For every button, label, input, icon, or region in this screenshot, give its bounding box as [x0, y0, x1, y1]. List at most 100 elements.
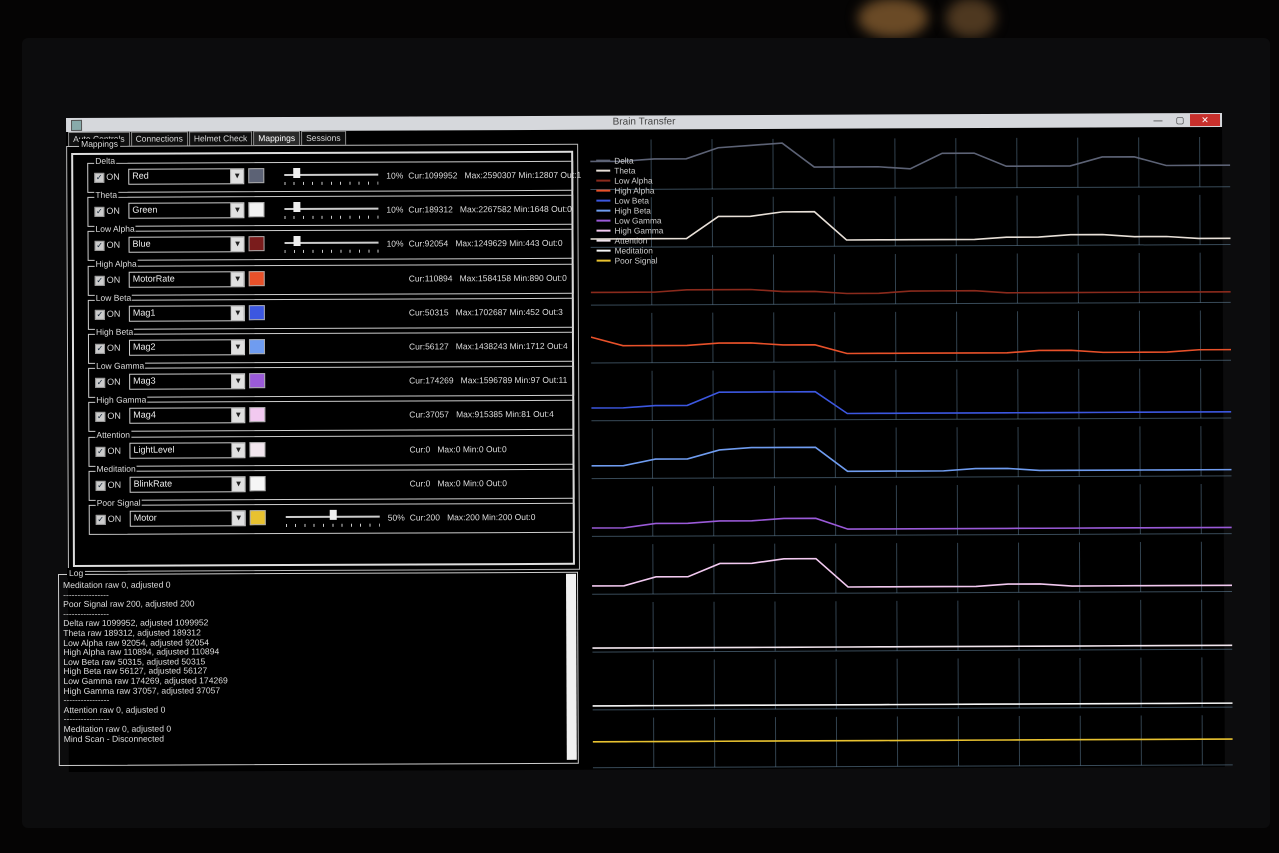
output-dropdown[interactable]: Mag4 ▼	[129, 407, 246, 425]
on-checkbox[interactable]: ✓	[95, 446, 106, 457]
panel-baseline	[590, 301, 1231, 306]
close-button[interactable]: ✕	[1189, 113, 1221, 127]
chevron-down-icon[interactable]: ▼	[231, 442, 245, 457]
on-checkbox[interactable]: ✓	[95, 514, 106, 525]
chevron-down-icon[interactable]: ▼	[230, 340, 245, 355]
mappings-rows: Delta ✓ ON Red ▼ 10% Cur:1099952 Max:2590307 M…	[71, 150, 581, 567]
mappings-group-label: Mappings	[79, 138, 120, 149]
gain-slider[interactable]	[285, 509, 380, 528]
signal-stats: Cur:37057 Max:915385 Min:81 Out:4	[409, 409, 554, 420]
color-swatch[interactable]	[248, 236, 265, 252]
legend-swatch	[596, 159, 611, 162]
series-line-theta	[590, 210, 1231, 241]
tab-helmet-check[interactable]: Helmet Check	[188, 131, 253, 146]
output-dropdown[interactable]: MotorRate ▼	[128, 270, 245, 288]
color-swatch[interactable]	[249, 441, 266, 457]
log-scrollbar[interactable]	[565, 573, 577, 760]
maximize-button[interactable]: ▢	[1172, 114, 1188, 126]
app-window: Brain Transfer — ▢ ✕ Auto ControlsConnec…	[57, 112, 1233, 772]
output-dropdown[interactable]: Mag2 ▼	[128, 339, 246, 356]
legend-item: High Beta	[596, 205, 663, 216]
chevron-down-icon[interactable]: ▼	[231, 511, 245, 526]
chevron-down-icon[interactable]: ▼	[230, 169, 244, 184]
slider-thumb[interactable]	[293, 202, 301, 213]
chevron-down-icon[interactable]: ▼	[231, 477, 245, 492]
minimize-button[interactable]: —	[1150, 114, 1166, 126]
output-dropdown[interactable]: Mag3 ▼	[129, 373, 246, 390]
on-checkbox[interactable]: ✓	[95, 480, 106, 491]
gain-slider[interactable]	[284, 167, 379, 186]
output-dropdown[interactable]: Mag1 ▼	[128, 305, 245, 322]
gain-percent: 50%	[387, 512, 405, 523]
color-swatch[interactable]	[249, 407, 266, 423]
output-dropdown[interactable]: Green ▼	[128, 202, 245, 219]
signal-stats: Cur:92054 Max:1249629 Min:443 Out:0	[408, 238, 563, 249]
on-label: ON	[107, 411, 121, 422]
mapping-row-attention: Attention ✓ ON LightLevel ▼ Cur:0 Max:0 Min:0…	[88, 429, 575, 467]
on-checkbox[interactable]: ✓	[94, 309, 105, 320]
signal-stats: Cur:0 Max:0 Min:0 Out:0	[409, 443, 507, 455]
legend-label: Low Alpha	[614, 175, 653, 186]
legend-swatch	[596, 259, 611, 262]
chevron-down-icon[interactable]: ▼	[231, 408, 245, 423]
tab-sessions[interactable]: Sessions	[301, 130, 346, 145]
chart-panel-high-alpha	[590, 310, 1232, 364]
output-dropdown-value: Mag1	[132, 307, 156, 318]
output-dropdown[interactable]: Motor ▼	[129, 510, 246, 527]
on-checkbox[interactable]: ✓	[95, 412, 106, 423]
legend-item: Theta	[596, 165, 663, 176]
output-dropdown-value: Mag3	[133, 375, 156, 386]
color-swatch[interactable]	[249, 510, 266, 526]
color-swatch[interactable]	[248, 168, 265, 184]
output-dropdown[interactable]: LightLevel ▼	[129, 441, 246, 459]
on-checkbox[interactable]: ✓	[94, 343, 106, 354]
legend-item: High Gamma	[596, 225, 663, 236]
legend-label: High Beta	[614, 205, 651, 216]
gain-slider[interactable]	[284, 236, 379, 254]
mapping-row-high-gamma: High Gamma ✓ ON Mag4 ▼ Cur:37057 Max:915385 M…	[88, 395, 575, 433]
on-checkbox[interactable]: ✓	[95, 378, 106, 389]
chevron-down-icon[interactable]: ▼	[230, 203, 244, 218]
mapping-row-delta: Delta ✓ ON Red ▼ 10% Cur:1099952 Max:2590307 M…	[87, 155, 581, 193]
on-label: ON	[106, 205, 120, 217]
gain-percent: 10%	[386, 204, 404, 215]
legend-item: Meditation	[596, 245, 664, 256]
signal-stats: Cur:56127 Max:1438243 Min:1712 Out:4	[408, 340, 568, 352]
tab-connections[interactable]: Connections	[130, 131, 188, 146]
chevron-down-icon[interactable]: ▼	[231, 374, 245, 389]
series-line-high-alpha	[590, 336, 1232, 355]
chevron-down-icon[interactable]: ▼	[230, 306, 244, 321]
slider-thumb[interactable]	[293, 236, 301, 247]
color-swatch[interactable]	[248, 339, 266, 355]
slider-thumb[interactable]	[292, 167, 300, 179]
slider-ticks	[284, 250, 379, 254]
mapping-row-label: Low Gamma	[95, 360, 146, 372]
background-light	[858, 0, 928, 38]
gain-slider[interactable]	[284, 202, 379, 220]
on-checkbox[interactable]: ✓	[94, 207, 105, 218]
color-swatch[interactable]	[249, 475, 266, 491]
slider-thumb[interactable]	[329, 509, 337, 520]
legend-item: Low Beta	[596, 195, 663, 206]
tab-mappings[interactable]: Mappings	[253, 130, 301, 146]
mapping-row-meditation: Meditation ✓ ON BlinkRate ▼ Cur:0 Max:0 Min:0…	[88, 463, 575, 501]
color-swatch[interactable]	[248, 304, 265, 321]
color-swatch[interactable]	[249, 373, 266, 389]
on-checkbox[interactable]: ✓	[94, 275, 105, 286]
log-label: Log	[66, 567, 86, 578]
output-dropdown[interactable]: Blue ▼	[128, 236, 245, 254]
mapping-row-label: Attention	[95, 429, 131, 440]
on-checkbox[interactable]: ✓	[94, 241, 105, 252]
output-dropdown[interactable]: BlinkRate ▼	[129, 476, 246, 493]
on-label: ON	[106, 308, 121, 319]
output-dropdown-value: BlinkRate	[133, 478, 173, 489]
chevron-down-icon[interactable]: ▼	[230, 271, 244, 286]
color-swatch[interactable]	[248, 270, 265, 286]
output-dropdown[interactable]: Red ▼	[128, 168, 245, 185]
mapping-row-label: High Beta	[94, 326, 135, 337]
color-swatch[interactable]	[248, 202, 265, 218]
legend-swatch	[596, 249, 611, 252]
chevron-down-icon[interactable]: ▼	[230, 237, 244, 252]
chart-panel-high-beta	[591, 426, 1232, 480]
on-checkbox[interactable]: ✓	[94, 172, 105, 183]
